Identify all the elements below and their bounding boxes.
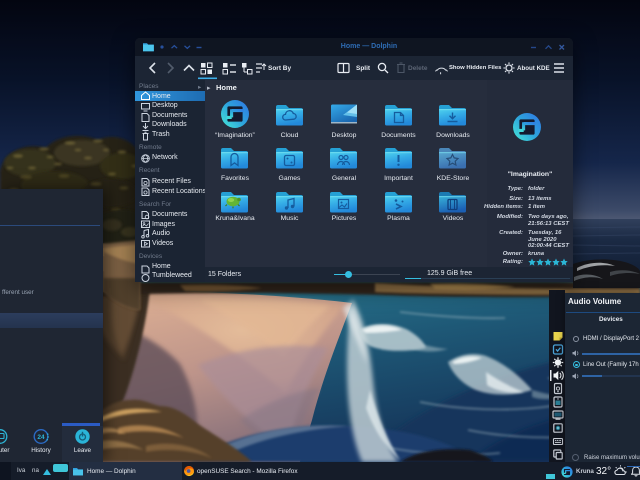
- svg-text:24: 24: [37, 434, 45, 441]
